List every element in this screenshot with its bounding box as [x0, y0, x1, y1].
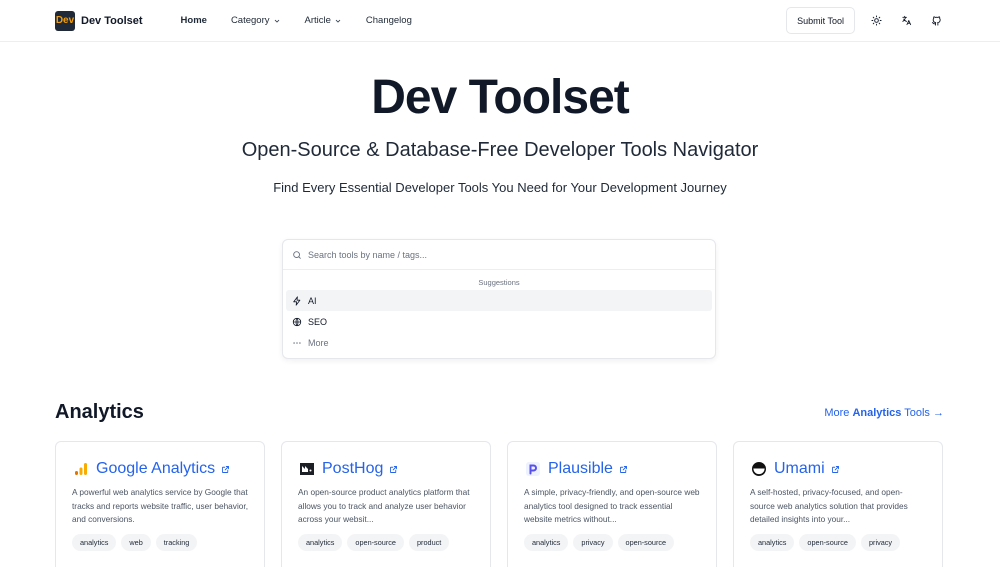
suggestion-ai[interactable]: AI [286, 290, 712, 311]
chevron-down-icon [335, 19, 341, 23]
submit-tool-button[interactable]: Submit Tool [786, 7, 855, 34]
card-description: A simple, privacy-friendly, and open-sou… [524, 487, 700, 524]
card-tags: analytics open-source product [298, 534, 474, 551]
card-description: An open-source product analytics platfor… [298, 487, 470, 524]
header-actions: Submit Tool [786, 7, 945, 34]
tag-chip[interactable]: privacy [573, 534, 613, 551]
theme-toggle-button[interactable] [867, 12, 885, 30]
card-tags: analytics open-source privacy [750, 534, 926, 551]
card-title-link[interactable]: Umami [774, 460, 825, 478]
tag-chip[interactable]: analytics [750, 534, 795, 551]
suggestion-label: SEO [308, 316, 328, 327]
logo-mark: Dev [55, 10, 75, 31]
more-analytics-link[interactable]: More Analytics Tools → [824, 407, 944, 419]
nav-article-label: Article [304, 15, 331, 26]
search-bar [283, 240, 715, 270]
tool-card[interactable]: Google Analytics A powerful web analytic… [55, 441, 265, 567]
nav-changelog[interactable]: Changelog [366, 15, 412, 26]
google-analytics-logo-icon [72, 460, 90, 478]
more-link-suffix: Tools → [904, 407, 944, 419]
nav-category-label: Category [230, 15, 270, 26]
suggestion-label: AI [308, 295, 317, 306]
posthog-logo-icon [298, 460, 316, 478]
sun-icon [870, 15, 882, 26]
tag-chip[interactable]: analytics [524, 534, 569, 551]
card-title-link[interactable]: Google Analytics [96, 460, 215, 478]
github-icon [931, 16, 941, 26]
more-link-category: Analytics [852, 407, 902, 419]
tag-chip[interactable]: open-source [347, 534, 404, 551]
suggestion-more[interactable]: More [286, 332, 712, 353]
card-title-link[interactable]: PostHog [322, 460, 383, 478]
tool-card[interactable]: Umami A self-hosted, privacy-focused, an… [733, 441, 943, 567]
search-input[interactable] [308, 249, 688, 260]
external-link-icon[interactable] [221, 465, 230, 474]
tag-chip[interactable]: open-source [799, 534, 856, 551]
suggestions-heading: Suggestions [478, 278, 520, 287]
card-header: Plausible [524, 458, 700, 480]
nav-home[interactable]: Home [181, 15, 207, 26]
card-description: A powerful web analytics service by Goog… [72, 487, 248, 524]
tool-card[interactable]: Plausible A simple, privacy-friendly, an… [507, 441, 717, 567]
card-description: A self-hosted, privacy-focused, and open… [750, 487, 908, 524]
search-icon [293, 250, 301, 259]
external-link-icon[interactable] [389, 465, 398, 474]
nav-category[interactable]: Category [231, 15, 281, 26]
language-button[interactable] [897, 12, 915, 30]
umami-logo-icon [750, 460, 768, 478]
suggestion-seo[interactable]: SEO [286, 311, 712, 332]
suggestion-label: More [308, 337, 329, 348]
chevron-down-icon [274, 19, 279, 23]
tag-chip[interactable]: web [121, 534, 151, 551]
main-nav: Home Category Article Changelog [181, 15, 412, 26]
translate-icon [901, 15, 911, 26]
dots-icon [293, 341, 301, 344]
card-header: PostHog [298, 458, 474, 480]
brand-logo[interactable]: Dev Dev Toolset [55, 10, 143, 31]
tag-chip[interactable]: analytics [72, 534, 117, 551]
more-link-prefix: More [824, 407, 850, 419]
tag-chip[interactable]: tracking [155, 534, 198, 551]
hero-tagline: Find Every Essential Developer Tools You… [273, 180, 727, 195]
top-header: Dev Dev Toolset Home Category Article Ch… [0, 0, 1000, 42]
card-title-link[interactable]: Plausible [548, 460, 613, 478]
tag-chip[interactable]: product [408, 534, 450, 551]
section-title: Analytics [55, 401, 144, 423]
brand-name: Dev Toolset [81, 14, 143, 27]
globe-icon [292, 317, 302, 326]
card-tags: analytics web tracking [72, 534, 248, 551]
nav-home-label: Home [180, 15, 207, 26]
hero-subtitle: Open-Source & Database-Free Developer To… [241, 139, 759, 161]
external-link-icon[interactable] [831, 465, 840, 474]
card-header: Umami [750, 458, 926, 480]
tool-card[interactable]: PostHog An open-source product analytics… [281, 441, 491, 567]
external-link-icon[interactable] [619, 465, 628, 474]
card-header: Google Analytics [72, 458, 248, 480]
plausible-logo-icon [524, 460, 542, 478]
page-title: Dev Toolset [371, 71, 630, 124]
tag-chip[interactable]: privacy [860, 534, 901, 551]
zap-icon [293, 295, 301, 306]
github-button[interactable] [927, 12, 945, 30]
tool-card-list: Google Analytics A powerful web analytic… [55, 441, 943, 567]
tag-chip[interactable]: open-source [617, 534, 675, 551]
nav-article[interactable]: Article [305, 15, 342, 26]
nav-changelog-label: Changelog [365, 15, 412, 26]
card-tags: analytics privacy open-source [524, 534, 700, 551]
tag-chip[interactable]: analytics [298, 534, 343, 551]
search-panel: Suggestions AI SEO More [282, 239, 716, 359]
